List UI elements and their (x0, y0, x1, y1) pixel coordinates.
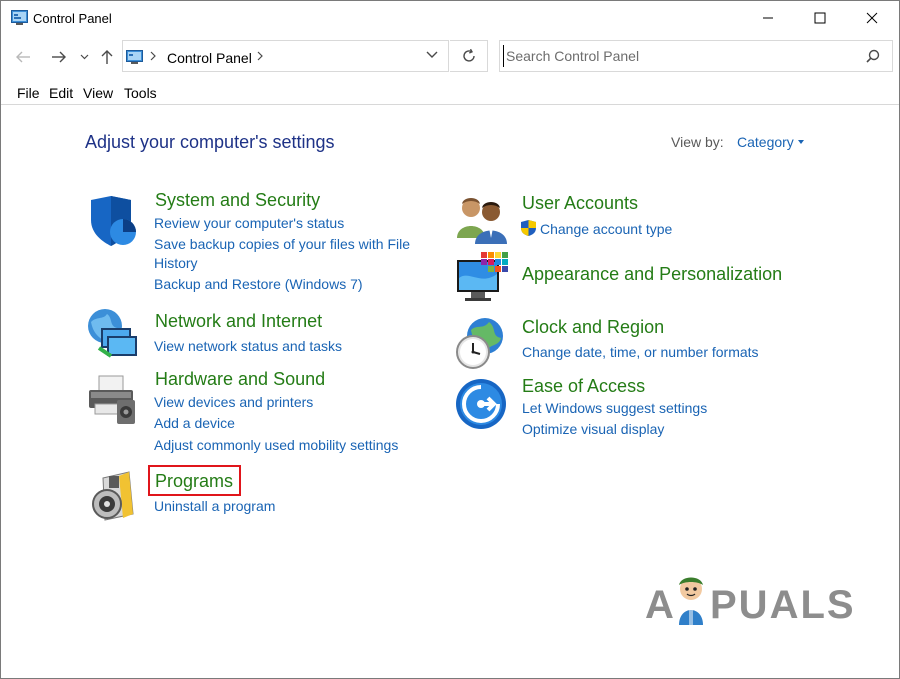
view-by-dropdown[interactable]: Category (737, 134, 794, 150)
watermark-text-left: A (645, 583, 676, 627)
menu-view[interactable]: View (83, 85, 113, 101)
control-panel-icon (11, 10, 28, 25)
watermark-logo: A PUALS (645, 577, 854, 628)
search-box[interactable] (499, 40, 893, 72)
link-save-backup-history[interactable]: History (154, 255, 198, 271)
chevron-down-icon[interactable] (426, 51, 438, 59)
forward-button[interactable] (49, 45, 69, 69)
link-uninstall-program[interactable]: Uninstall a program (154, 498, 275, 514)
menu-bar: File Edit View Tools (1, 81, 899, 105)
users-icon[interactable] (455, 192, 509, 246)
chevron-down-icon (80, 54, 88, 60)
category-hardware-and-sound[interactable]: Hardware and Sound (155, 369, 325, 390)
search-button[interactable] (866, 49, 880, 68)
link-windows-suggest-settings[interactable]: Let Windows suggest settings (522, 400, 707, 416)
recent-locations-button[interactable] (78, 45, 90, 69)
monitor-palette-icon[interactable] (455, 252, 509, 306)
link-change-date-time-formats[interactable]: Change date, time, or number formats (522, 344, 759, 360)
category-appearance-and-personalization[interactable]: Appearance and Personalization (522, 264, 782, 285)
back-button[interactable] (13, 45, 33, 69)
uac-shield-icon (521, 220, 536, 236)
mascot-icon (679, 577, 703, 625)
chevron-right-icon[interactable] (257, 51, 263, 61)
printer-speaker-icon[interactable] (85, 372, 139, 426)
maximize-icon (814, 12, 826, 24)
programs-disc-icon[interactable] (89, 468, 143, 522)
content-area: Adjust your computer's settings View by:… (1, 106, 899, 678)
link-add-device[interactable]: Add a device (154, 415, 235, 431)
link-save-backup[interactable]: Save backup copies of your files with Fi… (154, 236, 410, 252)
refresh-button[interactable] (450, 40, 488, 72)
shield-icon[interactable] (87, 194, 141, 248)
maximize-button[interactable] (795, 1, 845, 35)
up-arrow-icon (101, 50, 113, 64)
minimize-button[interactable] (743, 1, 793, 35)
link-review-status[interactable]: Review your computer's status (154, 215, 344, 231)
menu-tools[interactable]: Tools (124, 85, 157, 101)
control-panel-window: Control Panel Control Panel Search Contr… (0, 0, 900, 679)
close-button[interactable] (847, 1, 897, 35)
link-change-account-type[interactable]: Change account type (540, 221, 672, 237)
category-user-accounts[interactable]: User Accounts (522, 193, 638, 214)
forward-arrow-icon (52, 51, 66, 63)
menu-file[interactable]: File (17, 85, 40, 101)
page-heading: Adjust your computer's settings (85, 132, 335, 152)
watermark-text-right: PUALS (710, 583, 856, 627)
link-backup-restore[interactable]: Backup and Restore (Windows 7) (154, 276, 363, 292)
search-icon (866, 49, 880, 63)
up-button[interactable] (98, 45, 116, 69)
refresh-icon (462, 48, 475, 62)
address-bar[interactable]: Control Panel (122, 40, 449, 72)
view-by-label: View by: (671, 134, 724, 150)
search-input[interactable] (503, 45, 853, 67)
caret-down-icon[interactable] (798, 140, 804, 144)
category-system-and-security[interactable]: System and Security (155, 190, 320, 211)
category-network-and-internet[interactable]: Network and Internet (155, 311, 322, 332)
title-bar: Control Panel (1, 1, 899, 35)
address-path[interactable]: Control Panel (167, 50, 252, 66)
link-view-devices-printers[interactable]: View devices and printers (154, 394, 313, 410)
link-view-network-status[interactable]: View network status and tasks (154, 338, 342, 354)
category-programs[interactable]: Programs (155, 471, 233, 492)
category-clock-and-region[interactable]: Clock and Region (522, 317, 664, 338)
back-arrow-icon (16, 51, 30, 63)
window-title: Control Panel (33, 11, 112, 26)
clock-globe-icon[interactable] (453, 316, 507, 370)
minimize-icon (763, 17, 773, 19)
navigation-bar: Control Panel (1, 37, 899, 77)
category-ease-of-access[interactable]: Ease of Access (522, 376, 645, 397)
link-optimize-visual-display[interactable]: Optimize visual display (522, 421, 664, 437)
chevron-right-icon[interactable] (150, 51, 156, 61)
network-globe-icon[interactable] (85, 306, 139, 360)
ease-of-access-icon[interactable] (454, 377, 508, 431)
close-icon (866, 12, 878, 24)
link-mobility-settings[interactable]: Adjust commonly used mobility settings (154, 437, 398, 453)
menu-edit[interactable]: Edit (49, 85, 73, 101)
control-panel-icon (126, 50, 143, 64)
